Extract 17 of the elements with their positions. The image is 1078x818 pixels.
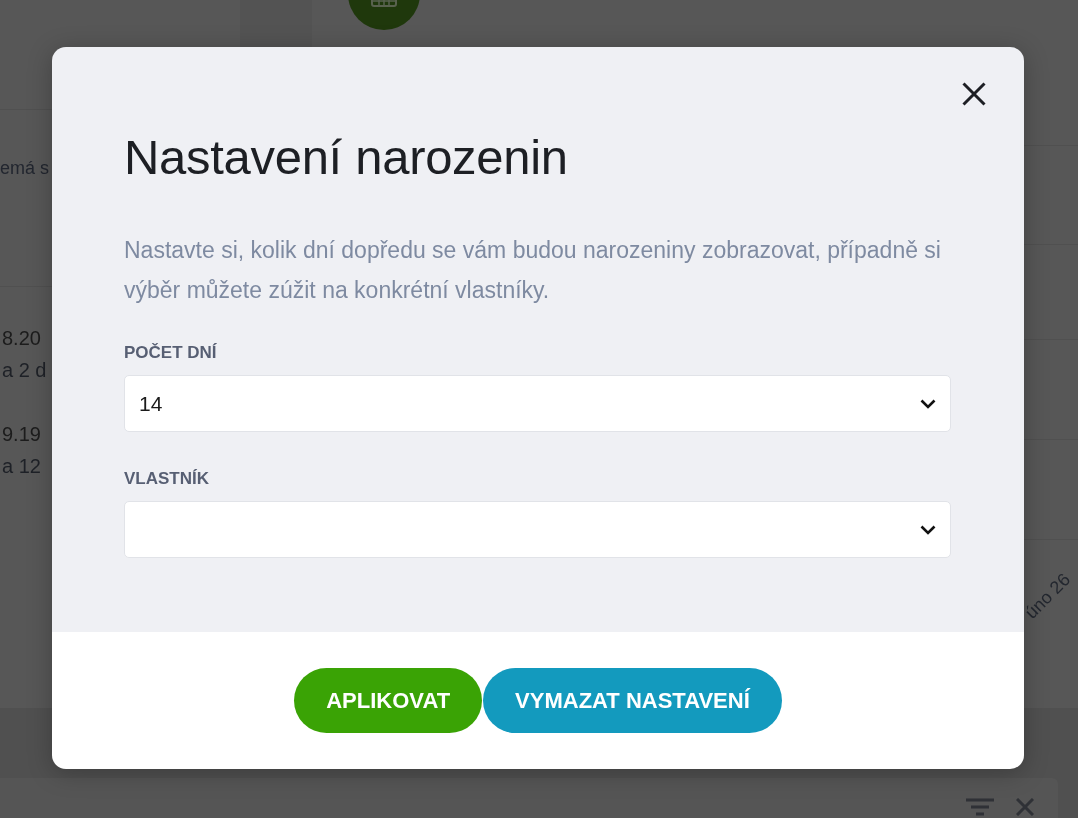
field-label: VLASTNÍK	[124, 469, 209, 489]
close-icon[interactable]	[1016, 798, 1034, 816]
select-field[interactable]: 14	[124, 375, 951, 432]
chevron-down-icon	[920, 398, 936, 409]
clear-settings-button[interactable]: VYMAZAT NASTAVENÍ	[483, 668, 782, 733]
filter-icon[interactable]	[966, 798, 994, 816]
close-button[interactable]	[962, 82, 986, 106]
select-field[interactable]	[124, 501, 951, 558]
dialog-description: Nastavte si, kolik dní dopředu se vám budou narozeniny zobrazovat, případně si výběr můžete zúžit na konkrétní vlastníky.	[124, 236, 942, 305]
date-text: 8.20	[2, 326, 41, 351]
apply-button[interactable]: APLIKOVAT	[294, 668, 483, 733]
date-text: 9.19	[2, 422, 41, 447]
field-label: POČET DNÍ	[124, 343, 217, 363]
close-icon	[962, 82, 986, 106]
note-text: a 12	[2, 454, 41, 479]
chevron-down-icon	[920, 524, 936, 535]
dialog-title: Nastavení narozenin	[124, 129, 569, 186]
